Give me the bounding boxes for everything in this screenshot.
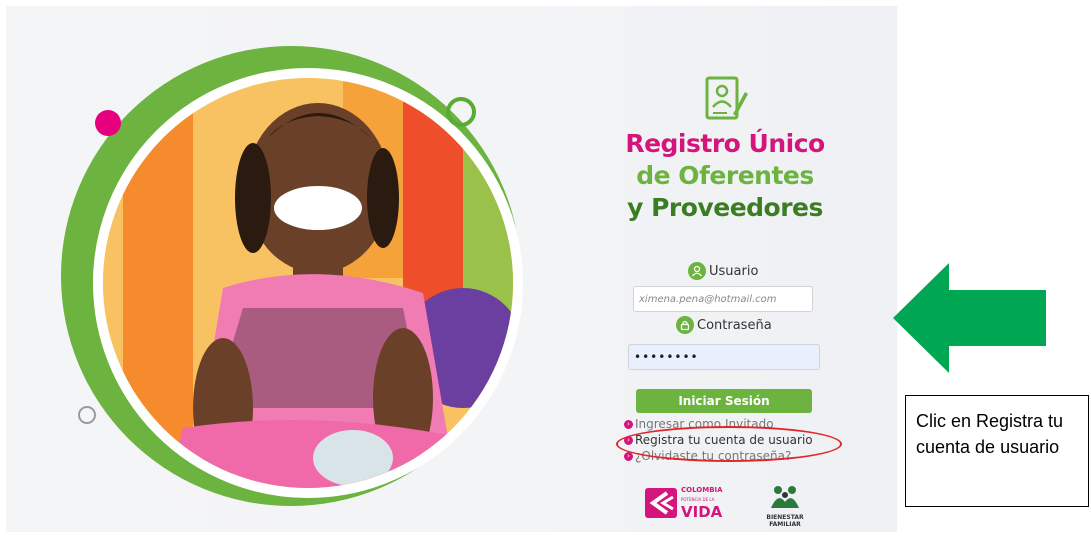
bienestar-family-icon bbox=[771, 486, 799, 508]
lock-icon bbox=[676, 316, 694, 334]
colombia-logo-line-1: COLOMBIA bbox=[681, 486, 723, 494]
document-user-icon bbox=[705, 76, 748, 120]
password-input-value: •••••••• bbox=[634, 350, 699, 364]
user-icon bbox=[688, 262, 706, 280]
brand-line-2: de Oferentes bbox=[636, 161, 814, 190]
decorative-small-green-ring bbox=[446, 97, 476, 127]
username-label: Usuario bbox=[688, 262, 758, 280]
bienestar-logo-line-1: BIENESTAR bbox=[766, 514, 804, 521]
colombia-logo-line-3: VIDA bbox=[681, 503, 723, 521]
chevron-right-icon: › bbox=[624, 419, 633, 429]
instruction-callout: Clic en Registra tu cuenta de usuario bbox=[905, 395, 1089, 507]
username-input-value: ximena.pena@hotmail.com bbox=[639, 293, 777, 305]
password-label-text: Contraseña bbox=[697, 317, 772, 333]
colombia-logo-mark-icon bbox=[645, 488, 677, 518]
password-input[interactable]: •••••••• bbox=[628, 344, 820, 370]
username-label-text: Usuario bbox=[709, 263, 759, 279]
decorative-pink-dot bbox=[95, 110, 121, 136]
brand-line-1: Registro Único bbox=[625, 129, 825, 158]
colombia-potencia-logo: COLOMBIA POTENCIA DE LA VIDA bbox=[645, 486, 723, 520]
password-label: Contraseña bbox=[676, 316, 772, 334]
hero-photo bbox=[93, 68, 523, 498]
login-button[interactable]: Iniciar Sesión bbox=[636, 389, 812, 413]
brand-line-3: y Proveedores bbox=[627, 193, 823, 222]
bienestar-logo-line-2: FAMILIAR bbox=[769, 521, 801, 528]
decorative-small-grey-ring bbox=[78, 406, 96, 424]
arrow-left-icon bbox=[893, 263, 1046, 373]
username-input[interactable]: ximena.pena@hotmail.com bbox=[633, 286, 813, 312]
bienestar-familiar-logo: BIENESTAR FAMILIAR bbox=[766, 484, 804, 528]
highlight-oval bbox=[616, 426, 842, 462]
brand-title: Registro Único de Oferentes y Proveedore… bbox=[600, 128, 850, 224]
